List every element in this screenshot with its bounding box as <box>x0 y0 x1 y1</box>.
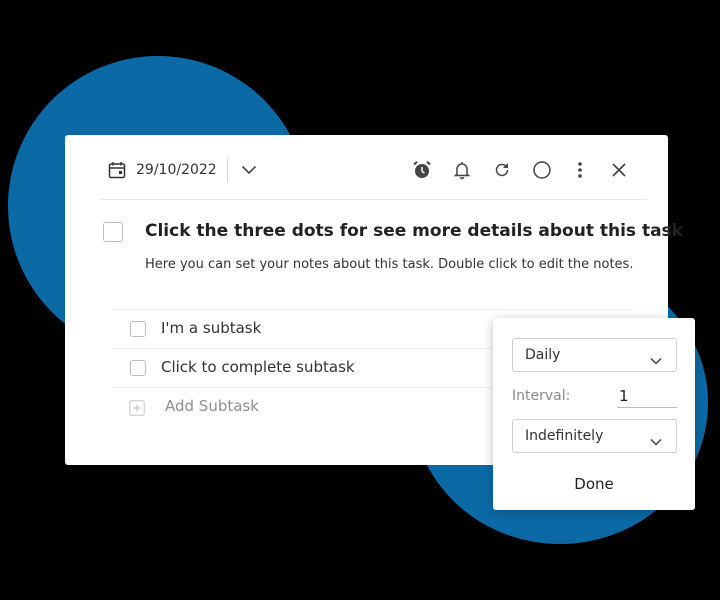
bell-icon[interactable] <box>452 159 472 181</box>
subtask-label[interactable]: Click to complete subtask <box>161 358 355 376</box>
subtask-label[interactable]: I'm a subtask <box>161 319 261 337</box>
close-icon[interactable] <box>609 159 629 181</box>
frequency-value: Daily <box>525 347 561 363</box>
task-title[interactable]: Click the three dots for see more detail… <box>145 221 683 241</box>
circle-icon[interactable] <box>531 159 553 181</box>
interval-input[interactable] <box>617 384 677 408</box>
due-date[interactable]: 29/10/2022 <box>136 160 217 180</box>
alarm-clock-icon[interactable] <box>412 159 432 181</box>
repeat-icon[interactable] <box>492 159 512 181</box>
task-toolbar: 29/10/2022 <box>65 135 668 203</box>
plus-icon[interactable] <box>129 400 145 416</box>
end-select[interactable]: Indefinitely <box>512 419 677 453</box>
end-value: Indefinitely <box>525 428 604 444</box>
subtask-checkbox[interactable] <box>130 321 146 337</box>
chevron-down-icon <box>650 350 662 369</box>
chevron-down-icon <box>650 431 662 450</box>
done-button[interactable]: Done <box>553 472 635 496</box>
chevron-down-icon[interactable] <box>239 160 259 180</box>
calendar-icon[interactable] <box>107 160 127 180</box>
add-subtask-label[interactable]: Add Subtask <box>165 397 259 415</box>
task-complete-checkbox[interactable] <box>103 222 123 242</box>
subtask-checkbox[interactable] <box>130 360 146 376</box>
frequency-select[interactable]: Daily <box>512 338 677 372</box>
toolbar-divider <box>227 158 228 182</box>
interval-label: Interval: <box>512 388 571 404</box>
toolbar-divider-horizontal <box>100 199 647 200</box>
task-notes[interactable]: Here you can set your notes about this t… <box>145 257 633 272</box>
repeat-settings-popup: Daily Interval: Indefinitely Done <box>493 318 695 510</box>
more-vertical-icon[interactable] <box>571 159 589 181</box>
